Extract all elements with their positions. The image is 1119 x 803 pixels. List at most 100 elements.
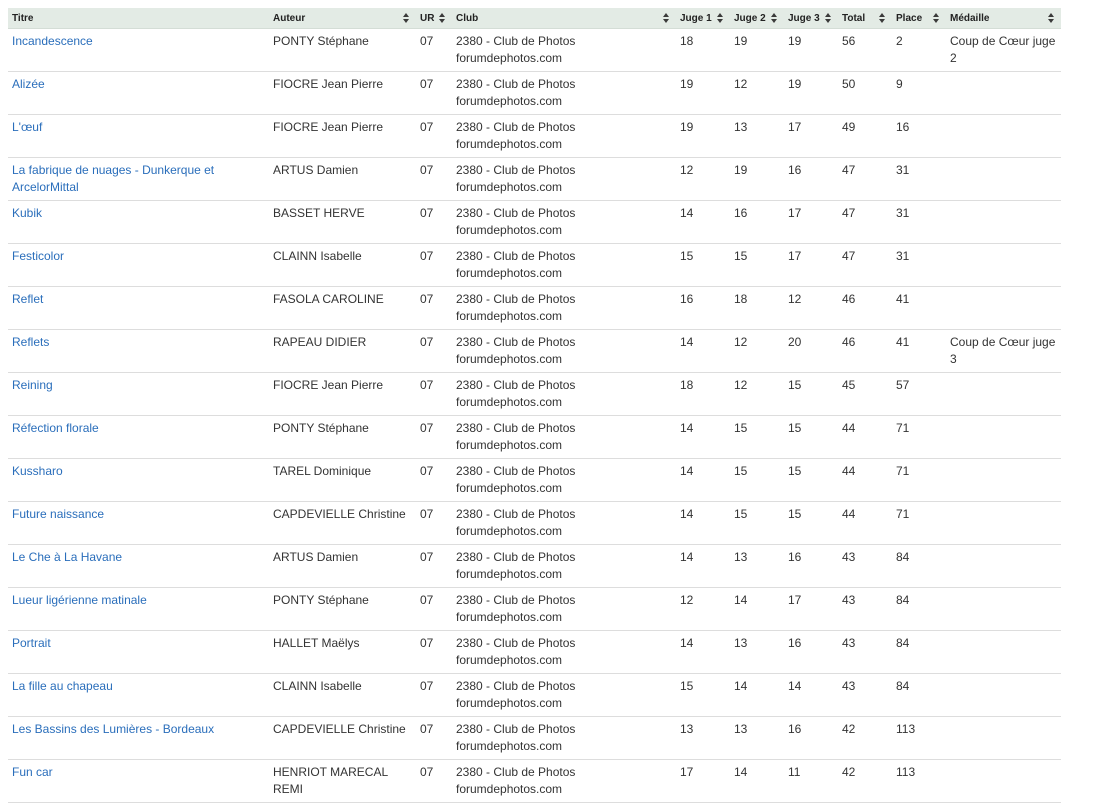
cell-juge3: 15 xyxy=(784,501,838,545)
column-header-juge2[interactable]: Juge 2 xyxy=(730,8,784,29)
column-header-label: Juge 1 xyxy=(680,12,712,24)
column-header-titre[interactable]: Titre xyxy=(8,8,269,29)
photo-title-link[interactable]: Le Che à La Havane xyxy=(12,550,122,564)
column-header-juge3[interactable]: Juge 3 xyxy=(784,8,838,29)
cell-club: 2380 - Club de Photos forumdephotos.com xyxy=(452,458,676,502)
column-header-place[interactable]: Place xyxy=(892,8,946,29)
cell-place: 113 xyxy=(892,759,946,803)
cell-club: 2380 - Club de Photos forumdephotos.com xyxy=(452,28,676,72)
cell-titre: L'œuf xyxy=(8,114,269,158)
photo-title-link[interactable]: La fille au chapeau xyxy=(12,679,113,693)
cell-titre: Les Bassins des Lumières - Bordeaux xyxy=(8,716,269,760)
cell-auteur: FIOCRE Jean Pierre xyxy=(269,71,416,115)
photo-title-link[interactable]: Alizée xyxy=(12,77,45,91)
cell-auteur: FASOLA CAROLINE xyxy=(269,286,416,330)
column-header-label: Place xyxy=(896,12,923,24)
cell-total: 47 xyxy=(838,200,892,244)
sort-icon[interactable] xyxy=(1048,13,1055,23)
cell-auteur: CAPDEVIELLE Christine xyxy=(269,716,416,760)
cell-juge3: 15 xyxy=(784,372,838,416)
photo-title-link[interactable]: L'œuf xyxy=(12,120,42,134)
cell-juge1: 19 xyxy=(676,71,730,115)
cell-juge1: 15 xyxy=(676,243,730,287)
cell-medaille xyxy=(946,157,1061,201)
table-row: La fabrique de nuages - Dunkerque et Arc… xyxy=(8,157,1061,201)
cell-total: 46 xyxy=(838,329,892,373)
cell-juge3: 16 xyxy=(784,716,838,760)
column-header-juge1[interactable]: Juge 1 xyxy=(676,8,730,29)
cell-medaille xyxy=(946,415,1061,459)
photo-title-link[interactable]: Lueur ligérienne matinale xyxy=(12,593,147,607)
cell-medaille xyxy=(946,458,1061,502)
column-header-club[interactable]: Club xyxy=(452,8,676,29)
cell-auteur: CLAINN Isabelle xyxy=(269,243,416,287)
photo-title-link[interactable]: Kubik xyxy=(12,206,42,220)
sort-icon[interactable] xyxy=(933,13,940,23)
cell-titre: Portrait xyxy=(8,630,269,674)
column-header-auteur[interactable]: Auteur xyxy=(269,8,416,29)
cell-juge3: 15 xyxy=(784,458,838,502)
table-row: Fun car HENRIOT MARECAL REMI 07 2380 - Club… xyxy=(8,759,1061,803)
cell-place: 57 xyxy=(892,372,946,416)
sort-icon[interactable] xyxy=(825,13,832,23)
cell-titre: Le Che à La Havane xyxy=(8,544,269,588)
cell-juge2: 14 xyxy=(730,587,784,631)
cell-juge3: 17 xyxy=(784,243,838,287)
cell-ur: 07 xyxy=(416,759,452,803)
cell-auteur: TAREL Dominique xyxy=(269,458,416,502)
cell-ur: 07 xyxy=(416,372,452,416)
photo-title-link[interactable]: Incandescence xyxy=(12,34,93,48)
cell-club: 2380 - Club de Photos forumdephotos.com xyxy=(452,415,676,459)
cell-ur: 07 xyxy=(416,501,452,545)
photo-title-link[interactable]: Reflets xyxy=(12,335,49,349)
cell-juge3: 16 xyxy=(784,544,838,588)
cell-juge1: 18 xyxy=(676,28,730,72)
cell-auteur: FIOCRE Jean Pierre xyxy=(269,114,416,158)
sort-icon[interactable] xyxy=(879,13,886,23)
cell-ur: 07 xyxy=(416,716,452,760)
photo-title-link[interactable]: Kussharo xyxy=(12,464,63,478)
photo-title-link[interactable]: Réfection florale xyxy=(12,421,99,435)
photo-title-link[interactable]: Future naissance xyxy=(12,507,104,521)
sort-icon[interactable] xyxy=(663,13,670,23)
photo-title-link[interactable]: Fun car xyxy=(12,765,53,779)
cell-place: 113 xyxy=(892,716,946,760)
cell-juge2: 16 xyxy=(730,200,784,244)
column-header-ur[interactable]: UR xyxy=(416,8,452,29)
cell-juge3: 12 xyxy=(784,286,838,330)
cell-juge3: 16 xyxy=(784,157,838,201)
cell-ur: 07 xyxy=(416,673,452,717)
cell-auteur: ARTUS Damien xyxy=(269,544,416,588)
photo-title-link[interactable]: Reining xyxy=(12,378,53,392)
cell-titre: Reining xyxy=(8,372,269,416)
cell-medaille xyxy=(946,114,1061,158)
cell-total: 49 xyxy=(838,114,892,158)
photo-title-link[interactable]: Festicolor xyxy=(12,249,64,263)
sort-icon[interactable] xyxy=(439,13,446,23)
cell-total: 46 xyxy=(838,286,892,330)
sort-icon[interactable] xyxy=(771,13,778,23)
column-header-total[interactable]: Total xyxy=(838,8,892,29)
photo-title-link[interactable]: Portrait xyxy=(12,636,51,650)
cell-juge3: 17 xyxy=(784,200,838,244)
cell-place: 71 xyxy=(892,501,946,545)
sort-icon[interactable] xyxy=(403,13,410,23)
column-header-medaille[interactable]: Médaille xyxy=(946,8,1061,29)
cell-juge2: 15 xyxy=(730,415,784,459)
photo-title-link[interactable]: Reflet xyxy=(12,292,43,306)
photo-title-link[interactable]: Les Bassins des Lumières - Bordeaux xyxy=(12,722,214,736)
cell-juge1: 17 xyxy=(676,759,730,803)
photo-title-link[interactable]: La fabrique de nuages - Dunkerque et Arc… xyxy=(12,163,214,194)
cell-club: 2380 - Club de Photos forumdephotos.com xyxy=(452,587,676,631)
cell-juge1: 18 xyxy=(676,372,730,416)
cell-place: 84 xyxy=(892,544,946,588)
cell-total: 47 xyxy=(838,243,892,287)
cell-titre: Lueur ligérienne matinale xyxy=(8,587,269,631)
sort-icon[interactable] xyxy=(717,13,724,23)
cell-medaille: Coup de Cœur juge 3 xyxy=(946,329,1061,373)
cell-juge2: 14 xyxy=(730,759,784,803)
cell-medaille xyxy=(946,501,1061,545)
cell-club: 2380 - Club de Photos forumdephotos.com xyxy=(452,243,676,287)
cell-medaille xyxy=(946,759,1061,803)
column-header-label: Club xyxy=(456,12,479,24)
